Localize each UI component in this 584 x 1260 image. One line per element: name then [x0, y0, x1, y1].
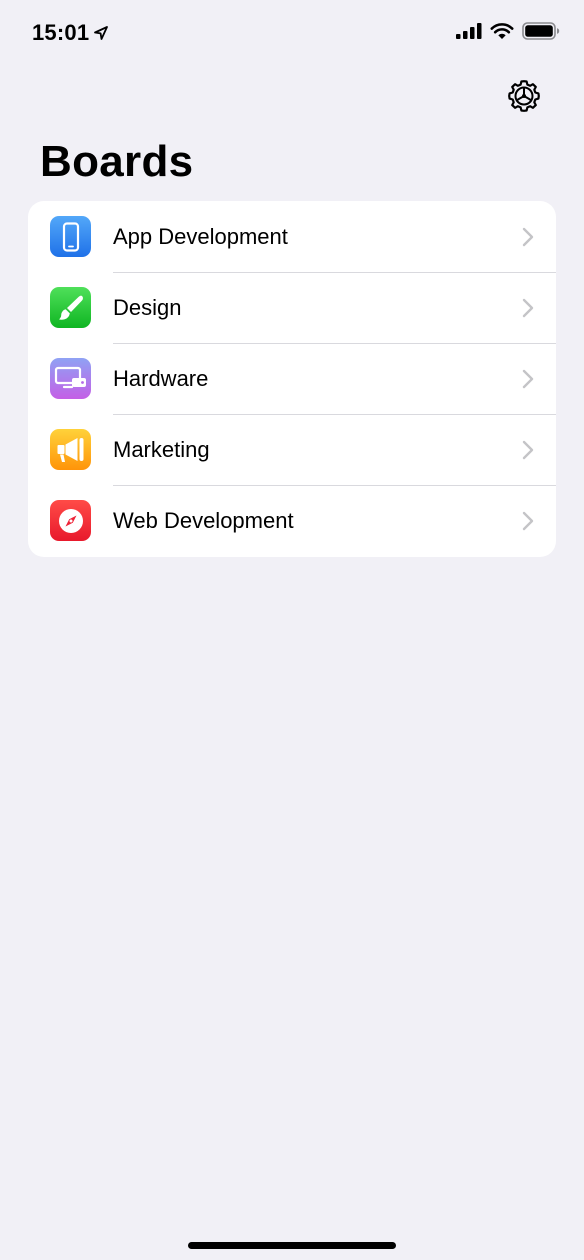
- compass-icon: [50, 500, 91, 541]
- status-indicators: [456, 21, 560, 45]
- board-item-design[interactable]: Design: [28, 272, 556, 343]
- megaphone-icon: [50, 429, 91, 470]
- chevron-right-icon: [522, 227, 534, 247]
- board-label: App Development: [113, 223, 288, 249]
- page-title: Boards: [40, 137, 194, 186]
- chevron-right-icon: [522, 511, 534, 531]
- phone-icon: [50, 216, 91, 257]
- display-icon: [50, 358, 91, 399]
- chevron-right-icon: [522, 298, 534, 318]
- battery-icon: [522, 21, 560, 45]
- settings-button[interactable]: [504, 78, 544, 118]
- board-label: Hardware: [113, 365, 209, 391]
- board-item-app-development[interactable]: App Development: [28, 201, 556, 272]
- board-label: Web Development: [113, 507, 294, 533]
- board-item-hardware[interactable]: Hardware: [28, 343, 556, 414]
- status-time-group: 15:01: [32, 20, 109, 46]
- paintbrush-icon: [50, 287, 91, 328]
- location-arrow-icon: [93, 25, 109, 41]
- boards-list: App Development Design Hardware Marketin…: [28, 201, 556, 557]
- status-time: 15:01: [32, 20, 90, 45]
- board-item-web-development[interactable]: Web Development: [28, 485, 556, 556]
- chevron-right-icon: [522, 440, 534, 460]
- gear-icon: [506, 78, 542, 119]
- board-item-marketing[interactable]: Marketing: [28, 414, 556, 485]
- home-indicator[interactable]: [188, 1242, 396, 1249]
- wifi-icon: [490, 22, 514, 45]
- chevron-right-icon: [522, 369, 534, 389]
- status-bar: 15:01: [0, 0, 584, 66]
- board-label: Design: [113, 294, 182, 320]
- board-label: Marketing: [113, 436, 210, 462]
- cellular-signal-icon: [456, 22, 482, 44]
